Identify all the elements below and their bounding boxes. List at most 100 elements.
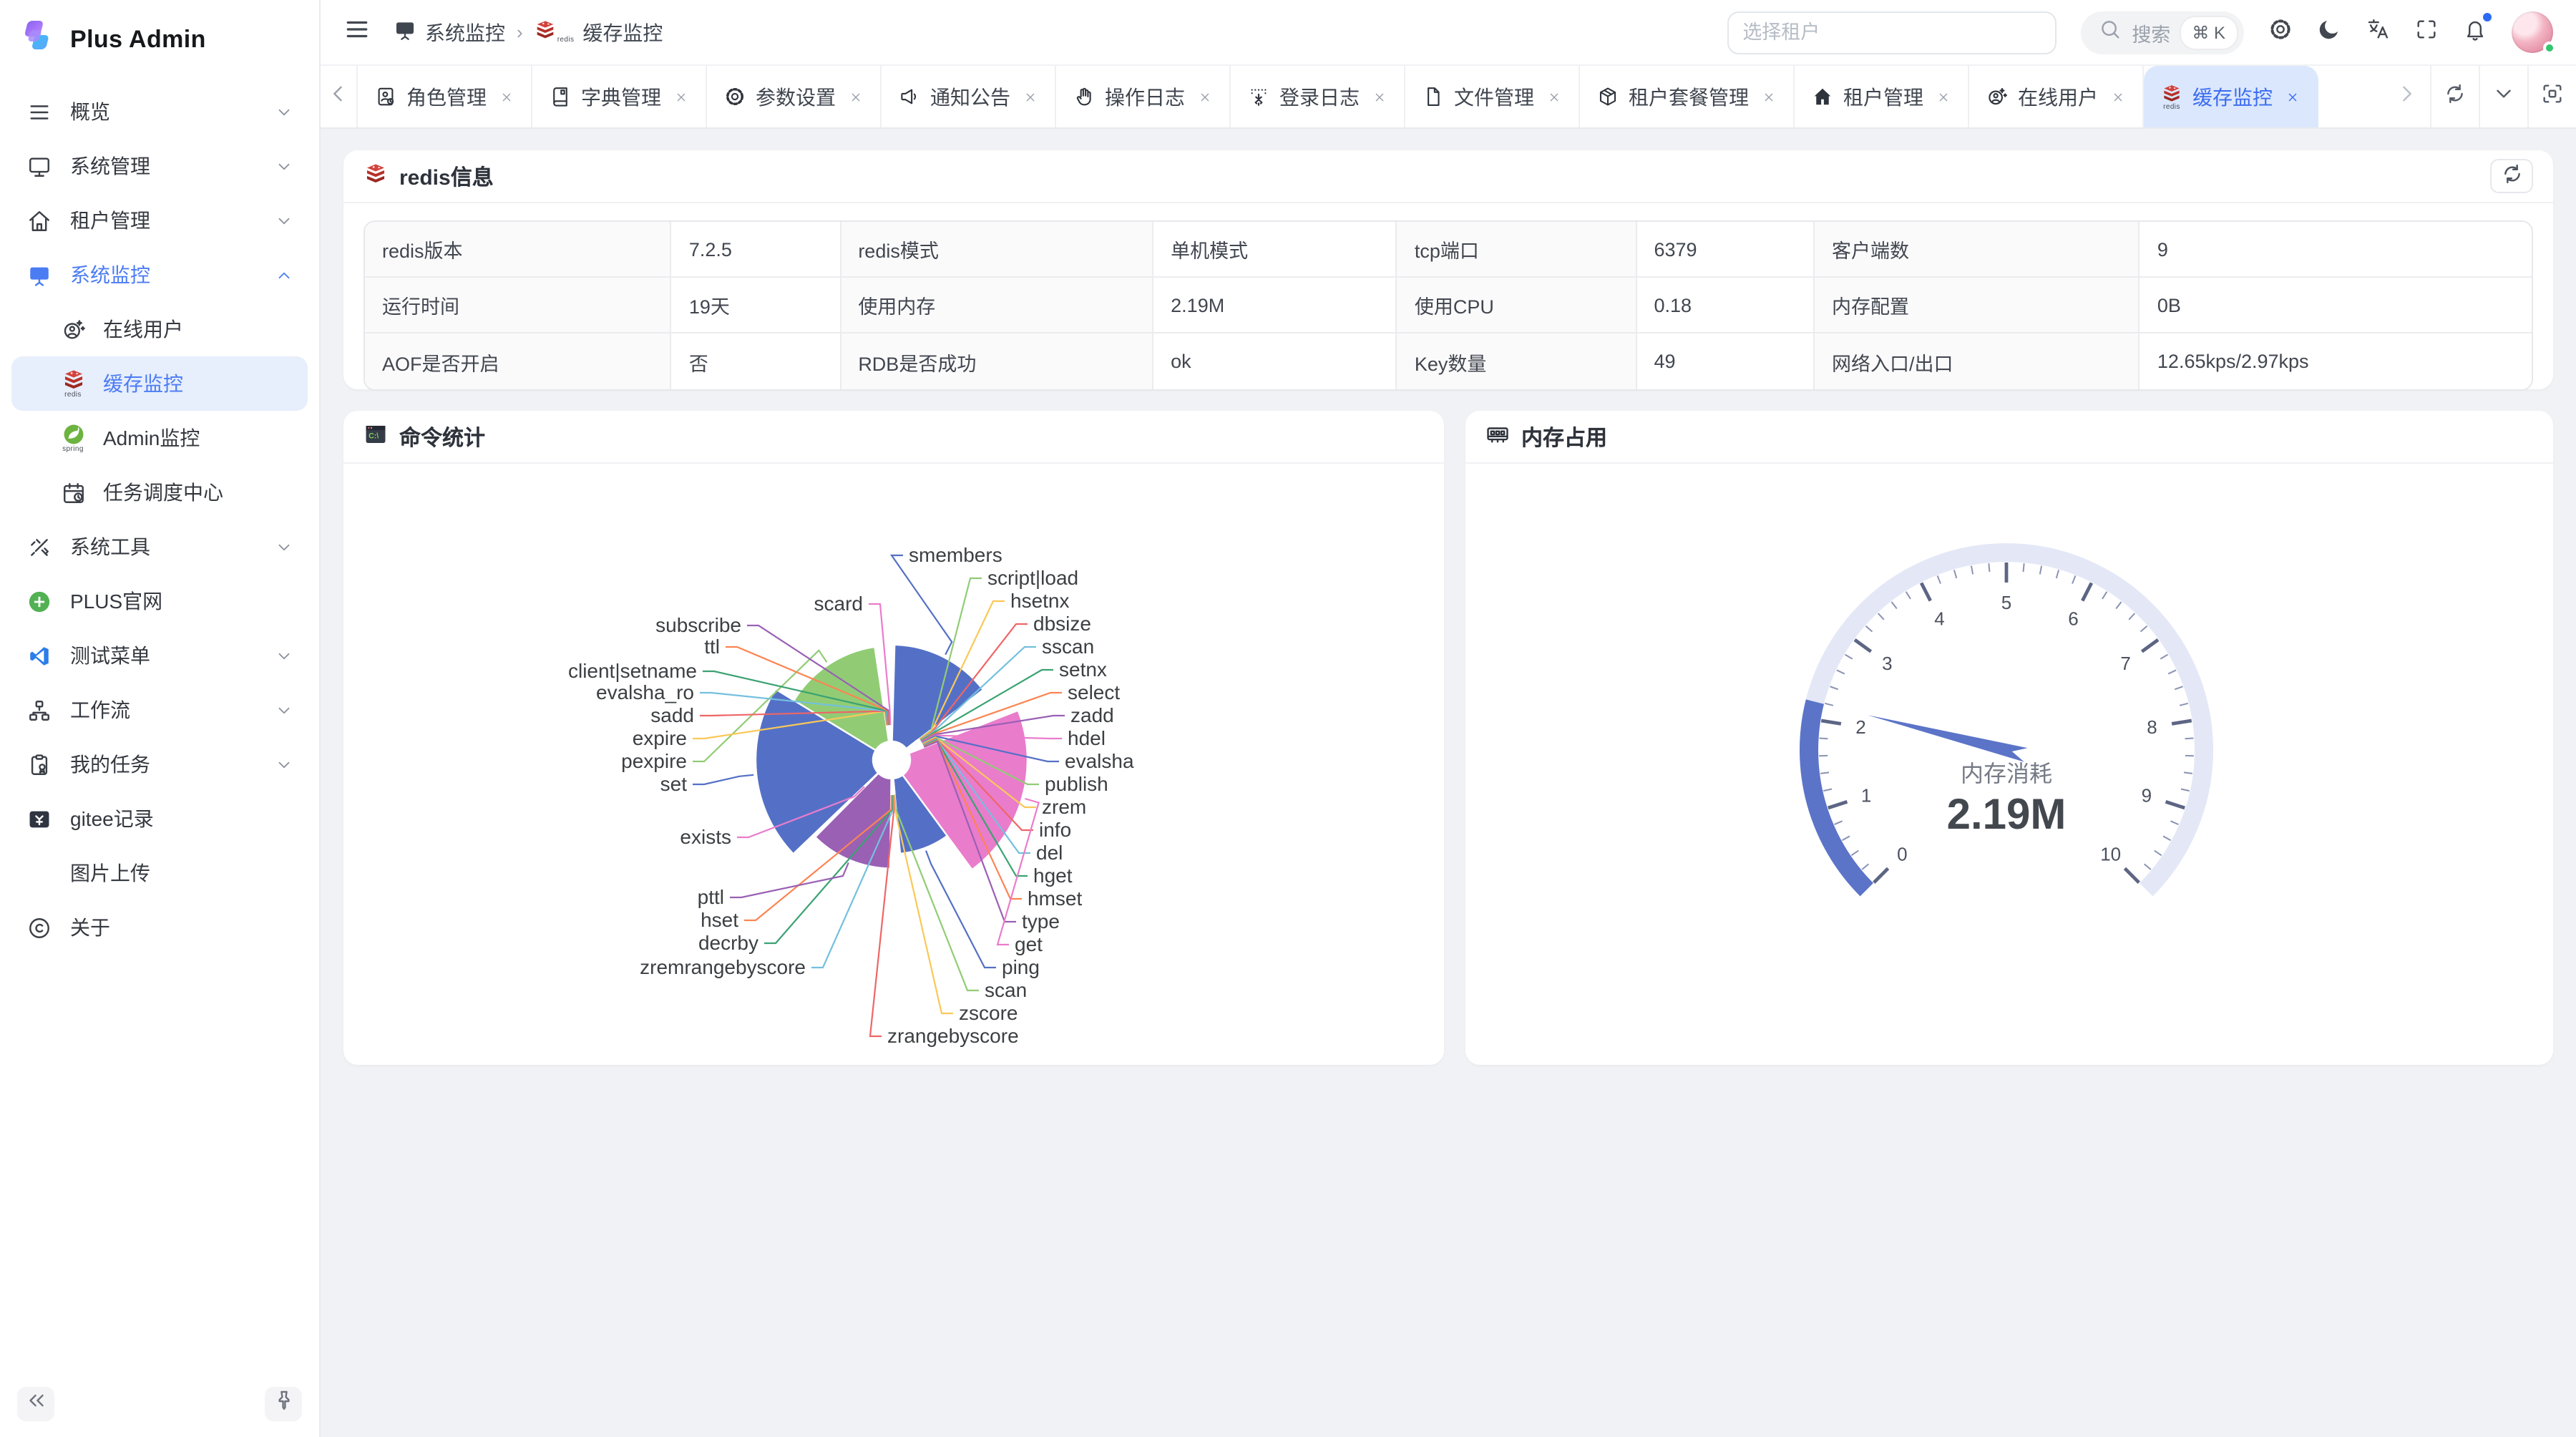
tab-close-icon[interactable] [1547,89,1561,104]
tab-9[interactable]: 在线用户 [1969,66,2144,127]
gauge-tick-label: 0 [1897,844,1907,865]
tab-label: 缓存监控 [2192,82,2273,111]
tab-menu-button[interactable] [2479,66,2527,127]
sidebar-item-label: 图片上传 [70,859,150,887]
tab-close-icon[interactable] [1936,89,1951,104]
app-logo[interactable]: Plus Admin [0,0,319,76]
tabs-scroll-left-button[interactable] [321,66,358,127]
monitor-icon [26,154,52,178]
online-status-dot [2543,42,2556,54]
sidebar-item-8[interactable]: 系统工具 [11,520,308,574]
search-label: 搜索 [2132,18,2170,47]
gear-icon [724,86,746,107]
sidebar-item-7[interactable]: 任务调度中心 [11,465,308,520]
redis-info-value: 否 [672,333,841,389]
redis-info-label: 使用CPU [1397,278,1637,333]
menu-toggle-button[interactable] [343,15,371,49]
tab-label: 参数设置 [756,82,836,111]
tenant-select-input[interactable] [1727,11,2056,54]
tab-close-icon[interactable] [1372,89,1387,104]
sidebar-item-9[interactable]: PLUS官网 [11,574,308,628]
app-name: Plus Admin [70,25,206,54]
sidebar-item-15[interactable]: 关于 [11,900,308,955]
rose-label-ping: ping [1002,956,1040,978]
scan-frame-icon [2540,81,2565,112]
sidebar-pin-button[interactable] [265,1387,302,1421]
translate-icon [2366,16,2390,48]
sidebar-item-6[interactable]: springAdmin监控 [11,411,308,465]
chevron-down-icon [275,537,293,556]
gauge-tick-label: 8 [2147,716,2157,738]
tab-4[interactable]: 操作日志 [1056,66,1231,127]
tab-7[interactable]: 租户套餐管理 [1580,66,1795,127]
sidebar-item-label: 我的任务 [70,750,150,779]
tab-close-icon[interactable] [1023,89,1038,104]
tab-close-icon[interactable] [849,89,863,104]
tab-1[interactable]: 字典管理 [532,66,707,127]
tab-6[interactable]: 文件管理 [1405,66,1580,127]
refresh-icon [2443,81,2467,112]
rose-label-evalsha: evalsha [1065,750,1134,772]
sidebar-item-label: 系统监控 [70,260,150,289]
breadcrumb-item-1[interactable]: redis缓存监控 [535,18,663,47]
sidebar-item-14[interactable]: 图片上传 [11,846,308,900]
tab-0[interactable]: 角色管理 [358,66,532,127]
screen: Plus Admin 概览系统管理租户管理系统监控在线用户redis缓存监控sp… [0,0,2576,1437]
gauge-tick-label: 9 [2142,785,2152,807]
tab-close-icon[interactable] [499,89,514,104]
tab-3[interactable]: 通知公告 [882,66,1056,127]
sidebar-item-1[interactable]: 系统管理 [11,139,308,193]
global-search-button[interactable]: 搜索 ⌘ K [2080,11,2244,54]
sidebar-item-label: 概览 [70,97,110,126]
breadcrumb-item-0[interactable]: 系统监控 [394,18,505,47]
gauge-tick-label: 4 [1934,608,1944,629]
fullscreen-button[interactable] [2414,16,2439,48]
tab-close-icon[interactable] [2285,89,2300,104]
refresh-icon [2499,161,2524,191]
tab-5[interactable]: 登录日志 [1231,66,1405,127]
sidebar-item-13[interactable]: gitee记录 [11,791,308,846]
redis-refresh-button[interactable] [2490,159,2533,193]
sidebar-item-2[interactable]: 租户管理 [11,193,308,248]
sidebar-item-11[interactable]: 工作流 [11,683,308,737]
rose-label-exists: exists [680,826,731,848]
tab-refresh-button[interactable] [2430,66,2479,127]
content-fullscreen-button[interactable] [2527,66,2576,127]
language-button[interactable] [2366,16,2390,48]
tab-close-icon[interactable] [2111,89,2125,104]
user-online-icon [1986,86,2008,107]
search-icon [2097,16,2122,48]
notifications-button[interactable] [2463,16,2487,48]
rose-label-expire: expire [633,727,687,749]
redis-info-label: RDB是否成功 [841,333,1153,389]
sidebar-item-3[interactable]: 系统监控 [11,248,308,302]
tab-close-icon[interactable] [1198,89,1212,104]
chevron-up-icon [275,266,293,284]
user-menu[interactable] [2512,11,2553,53]
sidebar-item-5[interactable]: redis缓存监控 [11,356,308,411]
sidebar-item-4[interactable]: 在线用户 [11,302,308,356]
sidebar-item-0[interactable]: 概览 [11,84,308,139]
sidebar-item-12[interactable]: 我的任务 [11,737,308,791]
tab-8[interactable]: 租户管理 [1795,66,1969,127]
tabs-scroll-right-button[interactable] [2381,66,2430,127]
rose-label-line [693,775,753,784]
dark-mode-button[interactable] [2317,16,2341,48]
sidebar-collapse-button[interactable] [17,1387,54,1421]
tab-close-icon[interactable] [674,89,688,104]
gauge-major-tick [2082,583,2092,601]
chevron-down-icon [275,102,293,121]
chevron-right-icon [2394,81,2418,112]
rose-label-info: info [1039,819,1071,841]
settings-button[interactable] [2268,16,2293,48]
chevron-down-icon [275,646,293,665]
tab-2[interactable]: 参数设置 [707,66,882,127]
tab-10[interactable]: redis缓存监控 [2144,66,2318,127]
sidebar-item-10[interactable]: 测试菜单 [11,628,308,683]
rose-label-dbsize: dbsize [1033,613,1091,635]
tab-label: 登录日志 [1279,82,1360,111]
gauge-major-tick [2172,721,2192,724]
search-shortcut-badge: ⌘ K [2180,16,2237,48]
chevron-left-icon [326,81,351,112]
tab-close-icon[interactable] [1762,89,1776,104]
